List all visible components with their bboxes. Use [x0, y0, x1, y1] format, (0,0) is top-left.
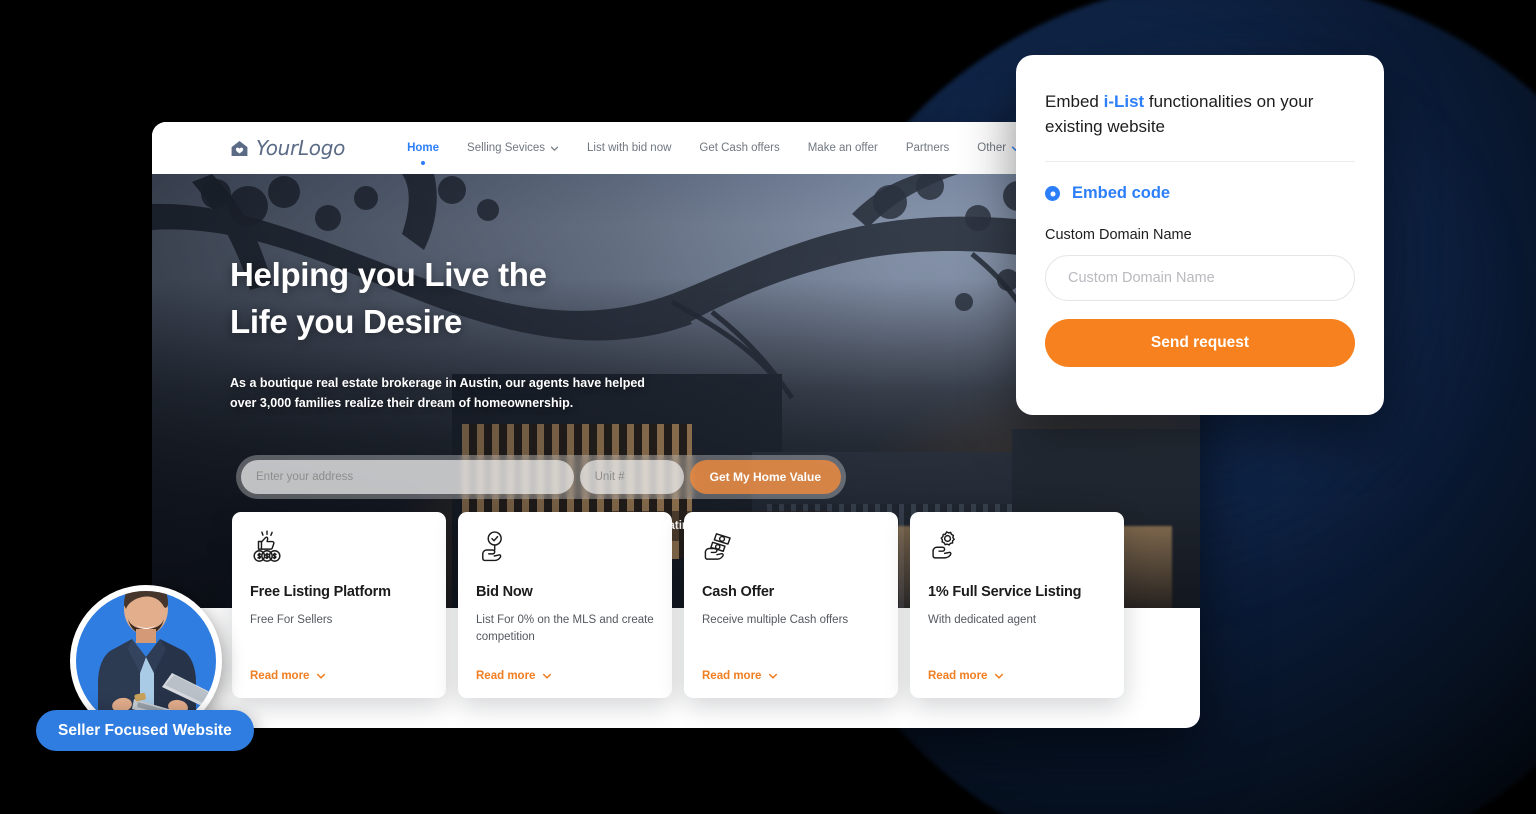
- chevron-down-icon: [317, 673, 326, 679]
- nav-item-label: Home: [407, 142, 440, 154]
- nav-item-label: Selling Sevices: [467, 142, 546, 154]
- feature-card-description: With dedicated agent: [928, 614, 1037, 626]
- home-value-search-bar: Get My Home Value: [236, 455, 846, 499]
- custom-domain-label: Custom Domain Name: [1045, 227, 1192, 244]
- read-more-label: Read more: [250, 670, 310, 682]
- nav-item-label: List with bid now: [587, 142, 672, 154]
- hand-cash-icon: [704, 533, 731, 560]
- embed-code-option-label: Embed code: [1072, 184, 1171, 203]
- embed-heading-brand: i-List: [1103, 92, 1145, 111]
- feature-cards: Free Listing Platform Free For Sellers R…: [232, 512, 1124, 698]
- nav-item-other[interactable]: Other: [977, 142, 1020, 154]
- feature-card[interactable]: Bid Now List For 0% on the MLS and creat…: [458, 512, 672, 698]
- radio-selected-icon[interactable]: [1045, 186, 1060, 202]
- read-more-link[interactable]: Read more: [928, 670, 1106, 682]
- chevron-down-icon: [543, 673, 552, 679]
- embed-panel-divider: [1045, 161, 1355, 163]
- nav-item-partners[interactable]: Partners: [906, 142, 949, 154]
- nav-item-label: Partners: [905, 142, 950, 154]
- send-request-button[interactable]: Send request: [1045, 319, 1355, 368]
- nav-item-label: Other: [977, 142, 1007, 154]
- read-more-link[interactable]: Read more: [250, 670, 428, 682]
- feature-card-description: Receive multiple Cash offers: [702, 614, 849, 626]
- chevron-down-icon: [995, 673, 1004, 679]
- embed-request-panel: Embed i-List functionalities on your exi…: [1016, 55, 1384, 415]
- hero-title: Helping you Live the Life you Desire: [230, 252, 790, 346]
- hero-content: Helping you Live the Life you Desire As …: [230, 252, 790, 413]
- feature-card-description: Free For Sellers: [250, 614, 333, 626]
- feature-card[interactable]: Free Listing Platform Free For Sellers R…: [232, 512, 446, 698]
- read-more-label: Read more: [702, 670, 762, 682]
- site-nav-links: Home Selling Sevices List with bid now G…: [407, 142, 1020, 154]
- embed-code-option[interactable]: Embed code: [1045, 184, 1355, 203]
- nav-item-home[interactable]: Home: [407, 142, 439, 154]
- custom-domain-input[interactable]: [1045, 255, 1355, 302]
- feature-card-title: Free Listing Platform: [250, 584, 391, 600]
- nav-item-make-an-offer[interactable]: Make an offer: [808, 142, 878, 154]
- read-more-label: Read more: [476, 670, 536, 682]
- feature-card[interactable]: 1% Full Service Listing With dedicated a…: [910, 512, 1124, 698]
- nav-item-list-with-bid-now[interactable]: List with bid now: [587, 142, 671, 154]
- feature-card[interactable]: Cash Offer Receive multiple Cash offers …: [684, 512, 898, 698]
- read-more-link[interactable]: Read more: [702, 670, 880, 682]
- feature-card-title: 1% Full Service Listing: [928, 584, 1082, 600]
- unit-number-input[interactable]: [579, 460, 684, 494]
- promo-composition: YourLogo Home Selling Sevices List with …: [0, 0, 1536, 814]
- embed-heading-prefix: Embed: [1045, 92, 1104, 111]
- address-input[interactable]: [241, 460, 574, 494]
- nav-item-get-cash-offers[interactable]: Get Cash offers: [699, 142, 779, 154]
- feature-card-title: Cash Offer: [702, 584, 775, 600]
- hero-title-line-1: Helping you Live the: [230, 256, 547, 293]
- read-more-label: Read more: [928, 670, 988, 682]
- status-badge: Seller Focused Website: [36, 710, 254, 751]
- chevron-down-icon: [550, 146, 559, 151]
- embed-panel-heading: Embed i-List functionalities on your exi…: [1045, 89, 1355, 139]
- read-more-link[interactable]: Read more: [476, 670, 654, 682]
- site-logo[interactable]: YourLogo: [230, 136, 345, 160]
- chevron-down-icon: [769, 673, 778, 679]
- get-my-home-value-button[interactable]: Get My Home Value: [689, 460, 841, 494]
- home-heart-icon: [231, 140, 248, 156]
- hand-gear-icon: [932, 531, 955, 559]
- site-logo-text: YourLogo: [256, 136, 346, 160]
- feature-card-description: List For 0% on the MLS and create compet…: [476, 614, 654, 643]
- hero-subtitle: As a boutique real estate brokerage in A…: [230, 375, 645, 410]
- status-badge-label: Seller Focused Website: [58, 721, 232, 739]
- nav-item-label: Make an offer: [807, 142, 878, 154]
- nav-item-selling-services[interactable]: Selling Sevices: [467, 142, 559, 154]
- feature-card-title: Bid Now: [476, 584, 533, 600]
- hand-check-badge-icon: [482, 531, 502, 562]
- nav-item-label: Get Cash offers: [699, 142, 780, 154]
- thumbs-up-coins-icon: [253, 530, 281, 562]
- hero-title-line-2: Life you Desire: [230, 302, 463, 340]
